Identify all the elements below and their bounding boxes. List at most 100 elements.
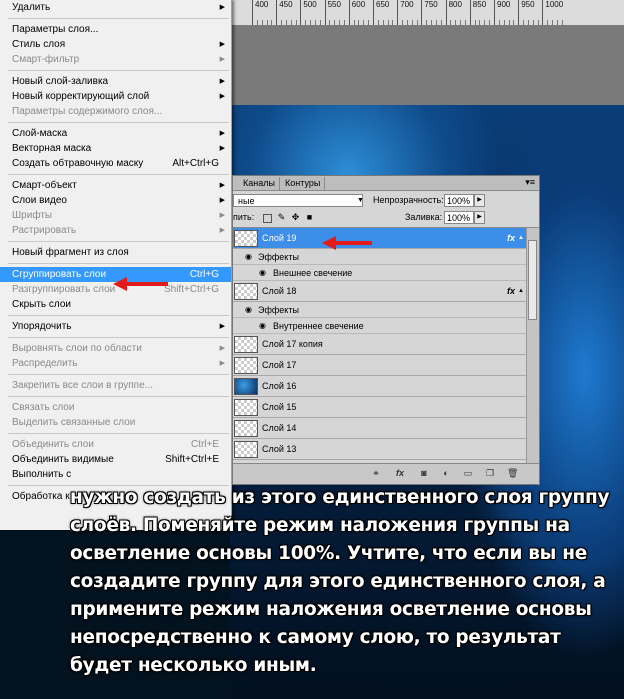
opacity-label: Непрозрачность: [373,195,444,205]
menu-separator [8,18,229,19]
menu-item: Растрировать ▶ [0,223,231,238]
effect-item-row[interactable]: ◉ Внешнее свечение [233,265,527,281]
fx-expand-icon[interactable]: ▲ [518,281,524,302]
tab-channels[interactable]: Каналы [239,177,280,190]
menu-item[interactable]: Новый корректирующий слой ▶ [0,89,231,104]
menu-item: Шрифты ▶ [0,208,231,223]
menu-item[interactable]: Смарт-объект ▶ [0,178,231,193]
menu-item[interactable]: Слои видео ▶ [0,193,231,208]
menu-item[interactable]: Объединить видимые Shift+Ctrl+E [0,452,231,467]
menu-item-label: Обработка к [12,491,70,502]
tutorial-caption: нужно создать из этого единственного сло… [70,487,610,676]
horizontal-ruler: 400 450 500 550 600 650 700 750 800 850 900 950 1000 [230,0,624,26]
menu-item[interactable]: Векторная маска ▶ [0,141,231,156]
panel-menu-icon[interactable]: ▾≡ [525,176,535,189]
add-style-icon[interactable]: fx [395,468,405,478]
new-group-icon[interactable]: ▭ [463,468,473,478]
layer-row[interactable]: Слой 15 [233,397,527,418]
menu-item[interactable]: Выполнить с [0,467,231,482]
menu-item-label: Новый слой-заливка [12,76,109,87]
menu-separator [8,315,229,316]
menu-item[interactable]: Стиль слоя ▶ [0,37,231,52]
layer-row[interactable]: Слой 18 fx ▲ [233,281,527,302]
effect-label: Внутреннее свечение [273,321,364,331]
chevron-down-icon[interactable]: ▼ [357,194,364,207]
lock-transparency-icon[interactable] [263,214,272,223]
layer-name: Слой 19 [262,233,297,243]
menu-separator [8,337,229,338]
new-layer-icon[interactable]: ❐ [485,468,495,478]
opacity-slider-button[interactable]: ▶ [474,194,485,207]
menu-item[interactable]: Упорядочить ▶ [0,319,231,334]
menu-separator [8,374,229,375]
fill-slider-button[interactable]: ▶ [474,211,485,224]
layer-thumbnail [234,283,258,300]
panel-tabs: Каналы Контуры ▾≡ [233,176,539,191]
menu-item-label: Смарт-фильтр [12,54,80,65]
submenu-arrow-icon: ▶ [219,345,225,352]
menu-item-label: Растрировать [12,225,77,236]
link-layers-icon[interactable]: ⚭ [371,468,381,478]
fill-label: Заливка: [405,212,443,222]
layer-row[interactable]: Слой 17 копия [233,334,527,355]
layer-row[interactable]: Слой 17 [233,355,527,376]
menu-item: Выровнять слои по области ▶ [0,341,231,356]
submenu-arrow-icon: ▶ [219,197,225,204]
effects-header-row[interactable]: ◉ Эффекты [233,249,527,265]
menu-item[interactable]: Создать обтравочную маску Alt+Ctrl+G [0,156,231,171]
menu-item: Выделить связанные слои [0,415,231,430]
eye-icon[interactable]: ◉ [259,265,266,281]
menu-item-label: Удалить [12,2,51,13]
lock-all-icon[interactable]: ■ [305,213,314,222]
menu-item[interactable]: Новый фрагмент из слоя [0,245,231,260]
layer-row[interactable]: Слой 13 [233,439,527,460]
layer-thumbnail [234,336,258,353]
lock-brush-icon[interactable]: ✎ [277,213,286,222]
tab-paths[interactable]: Контуры [281,177,326,190]
fill-input[interactable]: 100% [444,211,474,224]
menu-item[interactable]: Слой-маска ▶ [0,126,231,141]
effects-header-row[interactable]: ◉ Эффекты [233,302,527,318]
adjustment-layer-icon[interactable]: ◐ [441,468,451,478]
eye-icon[interactable]: ◉ [245,249,252,265]
layer-thumbnail [234,357,258,374]
layer-fx-icon[interactable]: fx [507,281,515,302]
layers-bottom-toolbar: ⚭ fx ◙ ◐ ▭ ❐ 🗑 [233,463,539,484]
layers-scrollbar[interactable] [526,228,539,464]
menu-separator [8,433,229,434]
eye-icon[interactable]: ◉ [259,318,266,334]
layer-name: Слой 14 [262,423,297,433]
menu-item[interactable]: Параметры слоя... [0,22,231,37]
menu-item-label: Новый фрагмент из слоя [12,247,129,258]
layer-name: Слой 17 [262,360,297,370]
lock-move-icon[interactable]: ✥ [291,213,300,222]
submenu-arrow-icon: ▶ [219,41,225,48]
fx-expand-icon[interactable]: ▲ [518,228,524,249]
layer-fx-icon[interactable]: fx [507,228,515,249]
menu-separator [8,122,229,123]
layer-row[interactable]: Слой 19 fx ▲ [233,228,527,249]
menu-item: Смарт-фильтр ▶ [0,52,231,67]
effect-item-row[interactable]: ◉ Внутреннее свечение [233,318,527,334]
effect-label: Внешнее свечение [273,268,353,278]
opacity-input[interactable]: 100% [444,194,474,207]
scrollbar-thumb[interactable] [528,240,537,320]
eye-icon[interactable]: ◉ [245,302,252,318]
add-mask-icon[interactable]: ◙ [419,468,429,478]
menu-item-label: Параметры слоя... [12,24,99,35]
layer-thumbnail [234,378,258,395]
layer-row[interactable]: Слой 14 [233,418,527,439]
menu-item-label: Связать слои [12,402,75,413]
layer-row[interactable]: Слой 16 [233,376,527,397]
menu-item-label: Выполнить с [12,469,72,480]
menu-item[interactable]: Удалить ▶ [0,0,231,15]
trash-icon[interactable]: 🗑 [507,468,518,478]
menu-item[interactable]: Скрыть слои [0,297,231,312]
blend-mode-select[interactable]: ные [233,194,363,207]
menu-item-label: Слои видео [12,195,67,206]
layer-name: Слой 18 [262,286,297,296]
menu-item[interactable]: Новый слой-заливка ▶ [0,74,231,89]
menu-item-label: Стиль слоя [12,39,66,50]
submenu-arrow-icon: ▶ [219,93,225,100]
annotation-arrow-layer [322,236,372,250]
